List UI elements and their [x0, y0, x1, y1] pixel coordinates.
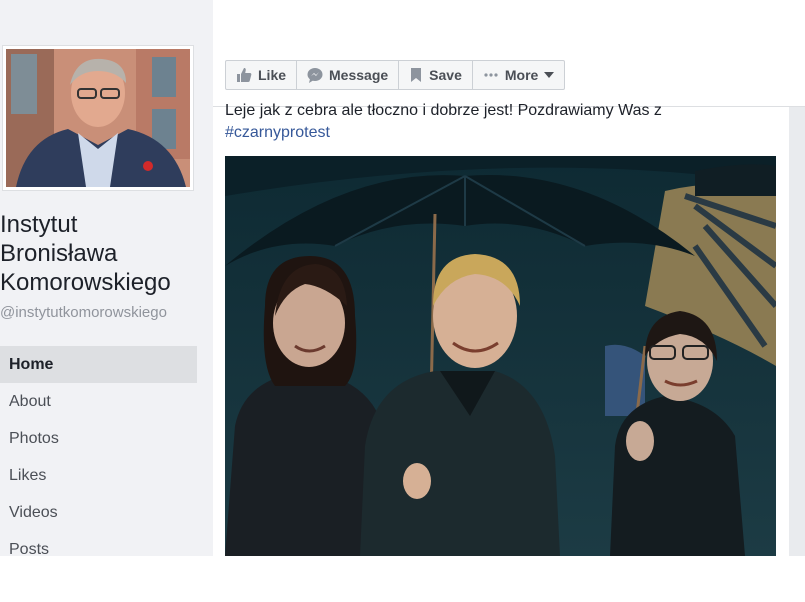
messenger-icon — [307, 67, 323, 83]
profile-picture[interactable] — [6, 49, 190, 187]
page-nav: Home About Photos Likes Videos Posts — [0, 346, 197, 556]
hashtag-link[interactable]: #czarnyprotest — [225, 124, 330, 142]
page-title-line: Komorowskiego — [0, 269, 171, 296]
save-label: Save — [429, 67, 462, 83]
nav-item-posts[interactable]: Posts — [0, 531, 197, 556]
right-column-gap — [789, 107, 805, 556]
facebook-page-viewport: Instytut Bronisława Komorowskiego @insty… — [0, 0, 805, 556]
nav-item-likes[interactable]: Likes — [0, 457, 197, 494]
page-username[interactable]: @instytutkomorowskiego — [0, 304, 167, 321]
post-photo[interactable] — [225, 156, 776, 556]
more-button[interactable]: More — [473, 61, 564, 89]
more-dots-icon — [483, 67, 499, 83]
like-label: Like — [258, 67, 287, 83]
caret-down-icon — [544, 71, 555, 79]
more-label: More — [504, 67, 539, 83]
page-title[interactable]: Instytut Bronisława Komorowskiego — [0, 210, 210, 297]
save-button[interactable]: Save — [399, 61, 473, 89]
page-title-line: Bronisława — [0, 240, 118, 267]
profile-picture-frame[interactable] — [2, 45, 194, 191]
bookmark-icon — [409, 67, 423, 83]
nav-item-about[interactable]: About — [0, 383, 197, 420]
left-column: Instytut Bronisława Komorowskiego @insty… — [0, 0, 213, 556]
post-card: Leje jak z cebra ale tłoczno i dobrze je… — [213, 102, 789, 556]
message-label: Message — [329, 67, 389, 83]
thumbs-up-icon — [236, 67, 252, 83]
nav-item-videos[interactable]: Videos — [0, 494, 197, 531]
page-action-bar: Like Message Save More — [213, 46, 805, 107]
page-title-line: Instytut — [0, 211, 78, 238]
like-button[interactable]: Like — [226, 61, 298, 89]
nav-item-home[interactable]: Home — [0, 346, 197, 383]
message-button[interactable]: Message — [297, 61, 400, 89]
nav-item-photos[interactable]: Photos — [0, 420, 197, 457]
action-button-group: Like Message Save More — [225, 60, 566, 90]
post-text: Leje jak z cebra ale tłoczno i dobrze je… — [225, 102, 662, 119]
